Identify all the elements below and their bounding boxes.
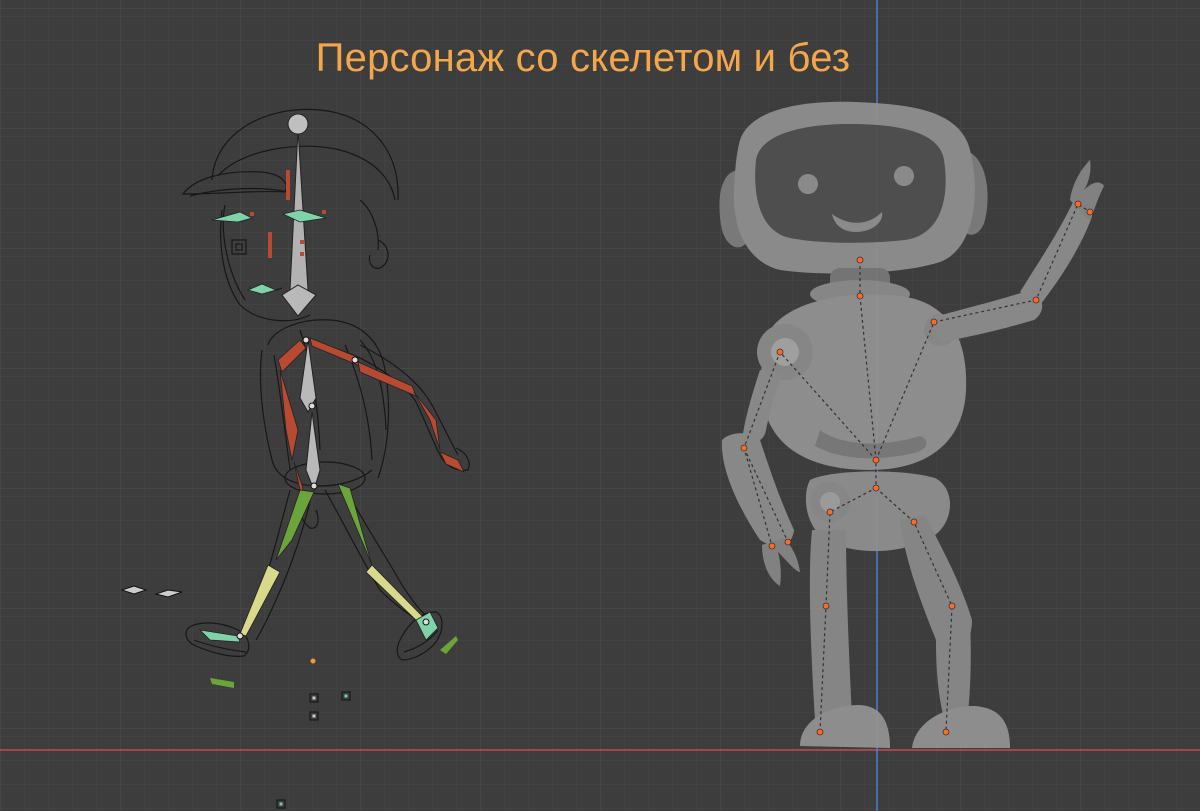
robot-body — [719, 101, 1104, 748]
character-without-skeleton[interactable] — [0, 0, 1200, 811]
viewport-3d[interactable]: Персонаж со скелетом и без — [0, 0, 1200, 811]
